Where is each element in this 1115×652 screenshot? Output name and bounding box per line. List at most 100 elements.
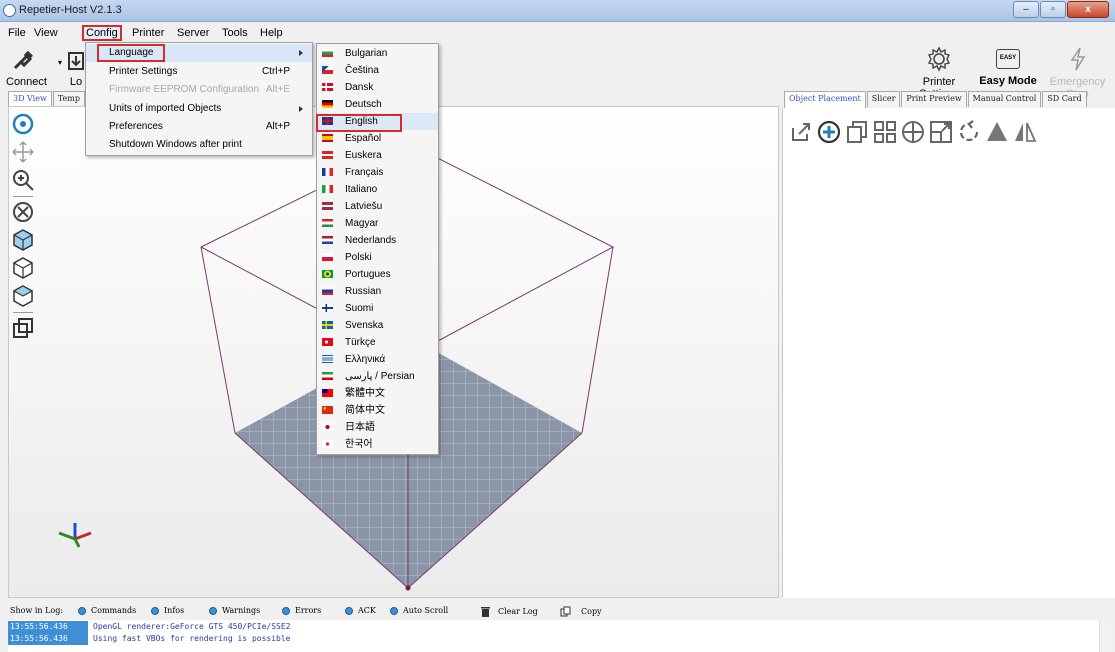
add-object-icon[interactable] (817, 120, 841, 144)
taiwan-flag-icon (322, 389, 333, 397)
tab-slicer[interactable]: Slicer (866, 91, 901, 107)
connect-button[interactable]: Connect (6, 50, 47, 88)
tab-object-placement[interactable]: Object Placement (784, 91, 866, 108)
menu-printer[interactable]: Printer (132, 27, 164, 39)
japan-flag-icon (322, 423, 333, 431)
log-option-warnings[interactable]: Warnings (209, 606, 260, 615)
iso-view-icon[interactable] (11, 228, 35, 252)
language-option[interactable]: Latviešu (317, 198, 438, 215)
log-option-errors[interactable]: Errors (282, 606, 321, 615)
language-option[interactable]: Italiano (317, 181, 438, 198)
language-option[interactable]: Ελληνικά (317, 351, 438, 368)
log-output[interactable]: 13:55:56.436 OpenGL renderer:GeForce GTS … (8, 620, 1107, 652)
language-option[interactable]: Russian (317, 283, 438, 300)
center-object-icon[interactable] (901, 120, 925, 144)
load-button[interactable]: Lo (66, 50, 86, 88)
log-option-ack[interactable]: ACK (345, 606, 376, 615)
tab-manual-control[interactable]: Manual Control (967, 91, 1042, 107)
log-option-auto-scroll[interactable]: Auto Scroll (390, 606, 448, 615)
log-option-infos[interactable]: Infos (151, 606, 184, 615)
language-option[interactable]: پارسی / Persian (317, 368, 438, 385)
window-controls: – ▫ x (1012, 1, 1109, 19)
denmark-flag-icon (322, 83, 333, 91)
submenu-arrow-icon (299, 106, 303, 112)
toggle-icon (345, 606, 353, 615)
front-view-icon[interactable] (11, 256, 35, 280)
language-option[interactable]: 简体中文 (317, 402, 438, 419)
france-flag-icon (322, 168, 333, 176)
rotate-view-icon[interactable] (11, 112, 35, 136)
language-option[interactable]: Čeština (317, 62, 438, 79)
toggle-icon (390, 606, 398, 615)
menu-item-units-of-imported-objects[interactable]: Units of imported Objects (86, 100, 312, 118)
menu-item-shutdown-windows[interactable]: Shutdown Windows after print (86, 136, 312, 154)
log-option-commands[interactable]: Commands (78, 606, 136, 615)
rotate-object-icon[interactable] (957, 120, 981, 144)
load-icon (68, 52, 84, 70)
log-scrollbar[interactable] (1099, 620, 1107, 652)
easy-mode-button[interactable]: EASY Easy Mode (978, 46, 1038, 87)
hungary-flag-icon (322, 219, 333, 227)
menu-config[interactable]: Config (82, 25, 122, 41)
clear-log-button[interactable]: Clear Log (480, 606, 538, 617)
language-option[interactable]: Suomi (317, 300, 438, 317)
spain-flag-icon (322, 134, 333, 142)
parallel-projection-icon[interactable] (11, 316, 35, 340)
minimize-button[interactable]: – (1013, 1, 1039, 18)
origin-point (405, 585, 411, 591)
language-option[interactable]: Español (317, 130, 438, 147)
cut-object-icon[interactable] (985, 120, 1009, 144)
language-option[interactable]: Magyar (317, 215, 438, 232)
language-option[interactable]: Türkçe (317, 334, 438, 351)
copy-log-button[interactable]: Copy (560, 606, 602, 617)
bulgaria-flag-icon (322, 49, 333, 57)
menu-item-firmware-eeprom[interactable]: Firmware EEPROM Configuration Alt+E (86, 81, 312, 99)
language-option[interactable]: 한국어 (317, 436, 438, 453)
connect-dropdown[interactable]: ▾ (54, 50, 66, 67)
language-submenu: Bulgarian Čeština Dansk Deutsch English Españ… (316, 43, 439, 455)
menu-file[interactable]: File (8, 27, 26, 39)
lightning-icon (1070, 47, 1085, 71)
finland-flag-icon (322, 304, 333, 312)
turkey-flag-icon (322, 338, 333, 346)
language-option[interactable]: 繁體中文 (317, 385, 438, 402)
language-option[interactable]: Portugues (317, 266, 438, 283)
mirror-object-icon[interactable] (1013, 120, 1037, 144)
copy-object-icon[interactable] (845, 120, 869, 144)
menu-tools[interactable]: Tools (222, 27, 248, 39)
zoom-view-icon[interactable] (11, 168, 35, 192)
show-in-log-label: Show in Log: (10, 606, 64, 615)
language-option[interactable]: Svenska (317, 317, 438, 334)
language-option[interactable]: Polski (317, 249, 438, 266)
language-option[interactable]: Bulgarian (317, 45, 438, 62)
top-view-icon[interactable] (11, 284, 35, 308)
maximize-button[interactable]: ▫ (1040, 1, 1066, 18)
move-view-icon[interactable] (11, 140, 35, 164)
poland-flag-icon (322, 253, 333, 261)
tab-temperature[interactable]: Temp (52, 91, 85, 107)
tab-print-preview[interactable]: Print Preview (901, 91, 967, 107)
menu-server[interactable]: Server (177, 27, 209, 39)
export-icon[interactable] (789, 120, 813, 144)
menu-view[interactable]: View (34, 27, 58, 39)
menu-item-printer-settings[interactable]: Printer Settings Ctrl+P (86, 63, 312, 81)
brazil-flag-icon (322, 270, 333, 278)
language-option[interactable]: Dansk (317, 79, 438, 96)
fit-object-icon[interactable] (11, 200, 35, 224)
language-highlight-box (97, 44, 165, 62)
language-option[interactable]: Français (317, 164, 438, 181)
language-option[interactable]: Nederlands (317, 232, 438, 249)
latvia-flag-icon (322, 202, 333, 210)
language-option[interactable]: Deutsch (317, 96, 438, 113)
language-option[interactable]: Euskera (317, 147, 438, 164)
plug-icon (13, 50, 33, 70)
object-placement-panel (782, 108, 1115, 598)
autoposition-icon[interactable] (873, 120, 897, 144)
menu-help[interactable]: Help (260, 27, 283, 39)
trash-icon (481, 607, 490, 617)
scale-object-icon[interactable] (929, 120, 953, 144)
close-button[interactable]: x (1067, 1, 1109, 18)
tab-sd-card[interactable]: SD Card (1042, 91, 1087, 107)
menu-item-preferences[interactable]: Preferences Alt+P (86, 118, 312, 136)
language-option[interactable]: 日本語 (317, 419, 438, 436)
